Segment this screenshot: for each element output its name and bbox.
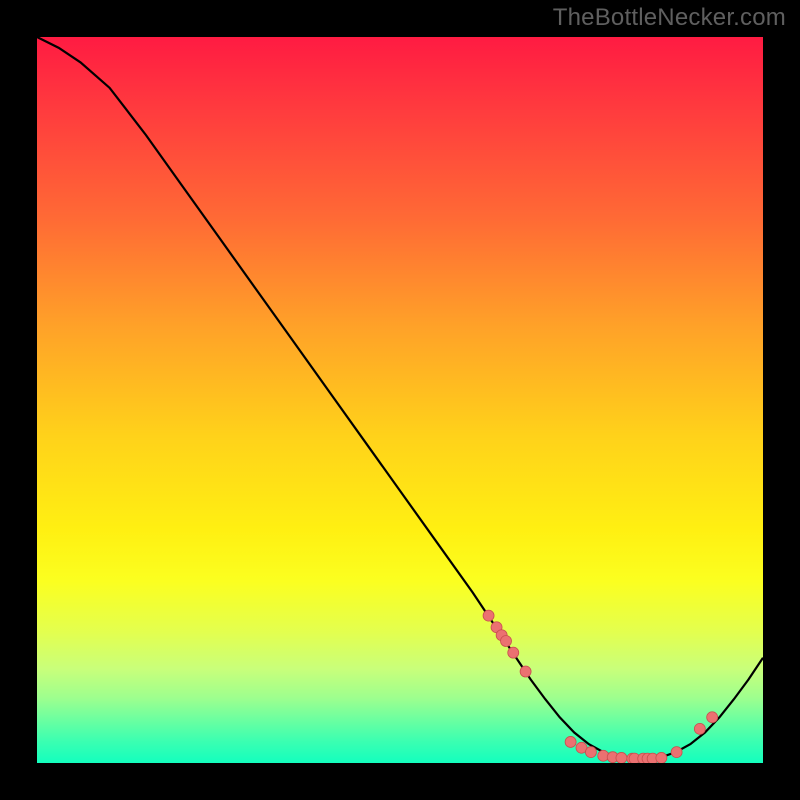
data-marker <box>585 747 596 758</box>
watermark-text: TheBottleNecker.com <box>553 4 786 32</box>
data-marker <box>707 712 718 723</box>
plot-area <box>37 37 763 763</box>
data-marker <box>694 723 705 734</box>
data-marker <box>671 747 682 758</box>
chart-frame: TheBottleNecker.com <box>0 0 800 800</box>
data-markers <box>483 610 718 763</box>
bottleneck-curve <box>37 37 763 759</box>
data-marker <box>565 736 576 747</box>
chart-svg <box>37 37 763 763</box>
data-marker <box>616 752 627 763</box>
data-marker <box>483 610 494 621</box>
data-marker <box>520 666 531 677</box>
data-marker <box>508 647 519 658</box>
data-marker <box>501 636 512 647</box>
data-marker <box>656 752 667 763</box>
